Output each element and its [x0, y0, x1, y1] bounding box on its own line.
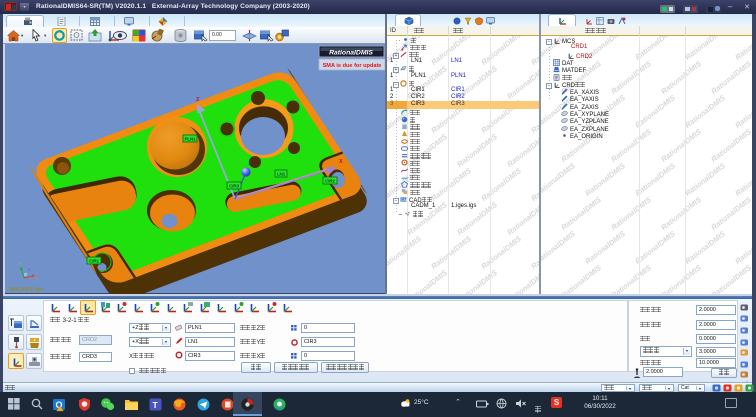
svg-text:LN1: LN1 [277, 171, 286, 176]
svg-text:X: X [36, 276, 39, 281]
svg-text:484.3/8.6 fps: 484.3/8.6 fps [9, 287, 43, 293]
svg-text:CIR1: CIR1 [89, 258, 99, 263]
svg-text:CIR2: CIR2 [325, 178, 335, 183]
svg-text:Z: Z [28, 268, 31, 272]
svg-text:CAD: CAD [401, 198, 407, 202]
svg-text:X: X [339, 159, 343, 165]
svg-text:SMA is due for update: SMA is due for update [323, 63, 382, 69]
svg-text:Y: Y [19, 261, 22, 266]
svg-text:2: 2 [249, 161, 252, 167]
svg-text:CIR3: CIR3 [229, 183, 239, 188]
svg-text:RationalDMIS: RationalDMIS [329, 50, 373, 57]
svg-text:PLN1: PLN1 [185, 136, 197, 141]
svg-text:T: T [153, 400, 159, 410]
